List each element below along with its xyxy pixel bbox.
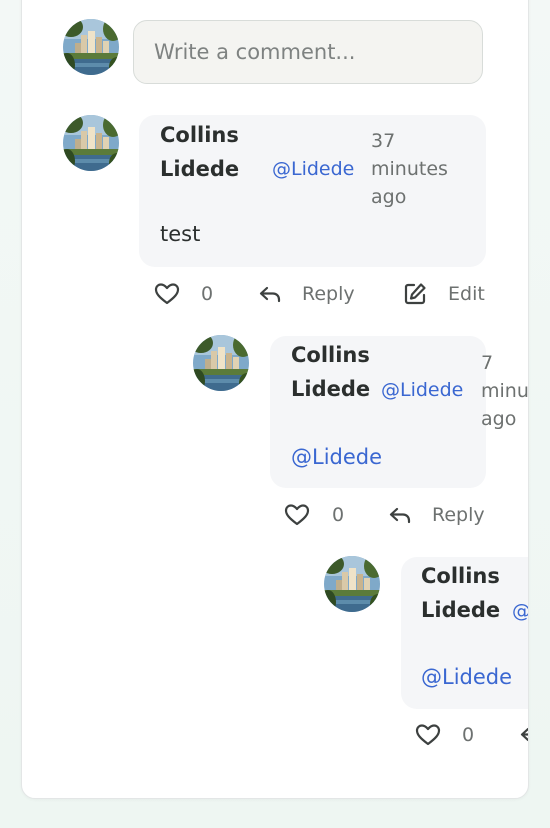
reply-timestamp-line: 7 (481, 352, 494, 374)
reply-actions: 0 Reply (283, 499, 523, 531)
heart-icon (153, 280, 181, 308)
reply-arrow-icon (517, 721, 529, 749)
reply-timestamp-line: minu (481, 380, 529, 402)
reply-arrow-icon (256, 280, 284, 308)
like-button[interactable] (283, 499, 311, 531)
nested-reply-body-mention[interactable]: @Lidede (421, 663, 512, 691)
nested-reply-actions: 0 (414, 719, 529, 751)
reply-button[interactable]: Reply (386, 499, 485, 531)
like-count: 0 (332, 504, 345, 526)
reply-label: Reply (432, 504, 485, 526)
comment-avatar[interactable] (63, 115, 119, 171)
nested-reply-handle[interactable]: @ (512, 599, 528, 623)
edit-pencil-icon (401, 280, 429, 308)
comment-author[interactable]: Collins Lidede (160, 118, 280, 186)
reply-label: Reply (302, 283, 355, 305)
reply-button[interactable]: Reply (256, 278, 355, 310)
comment-handle[interactable]: @Lidede (272, 157, 354, 181)
heart-icon (414, 721, 442, 749)
current-user-avatar (63, 19, 119, 75)
avatar-city-icon (324, 556, 380, 612)
comment-actions: 0 Reply Edit (153, 278, 493, 310)
avatar-city-icon (63, 115, 119, 171)
avatar-city-icon (63, 19, 119, 75)
edit-button[interactable]: Edit (401, 278, 485, 310)
like-button[interactable] (414, 719, 442, 751)
reply-body-mention[interactable]: @Lidede (291, 443, 382, 471)
reply-button[interactable] (517, 719, 529, 751)
reply-avatar[interactable] (193, 335, 249, 391)
edit-label: Edit (448, 283, 485, 305)
nested-reply-bubble: Collins Lidede @ @Lidede (401, 557, 528, 709)
like-count: 0 (462, 724, 475, 746)
reply-timestamp: 7 minu ago (481, 349, 529, 433)
reply-handle[interactable]: @Lidede (381, 378, 463, 402)
avatar-city-icon (193, 335, 249, 391)
reply-timestamp-line: ago (481, 408, 517, 430)
comment-timestamp: 37 minutes ago (371, 130, 448, 208)
like-button[interactable] (153, 278, 181, 310)
comments-card: Collins Lidede @Lidede 37 minutes ago te… (21, 0, 529, 799)
comment-bubble: Collins Lidede @Lidede 37 minutes ago te… (139, 115, 486, 267)
reply-bubble: Collins Lidede @Lidede @Lidede (270, 336, 486, 488)
heart-icon (283, 501, 311, 529)
like-count: 0 (201, 283, 214, 305)
nested-reply-avatar[interactable] (324, 556, 380, 612)
reply-arrow-icon (386, 501, 414, 529)
comment-body: test (160, 222, 201, 246)
comment-input[interactable] (133, 20, 483, 84)
